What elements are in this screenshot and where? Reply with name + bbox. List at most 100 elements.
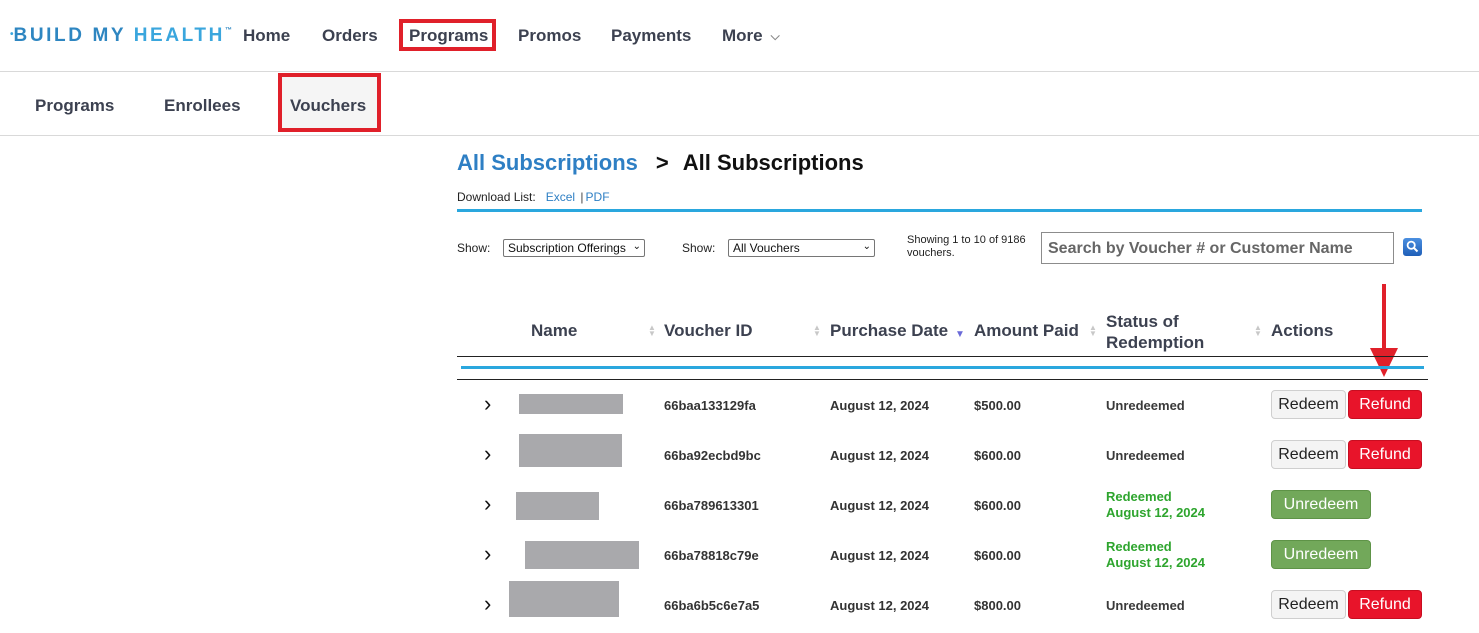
purchase-date: August 12, 2024 — [830, 448, 929, 463]
amount-paid: $600.00 — [974, 548, 1021, 563]
redemption-date: August 12, 2024 — [1106, 555, 1205, 570]
logo-text-build: BUILD — [13, 25, 85, 46]
breadcrumb: All Subscriptions > All Subscriptions — [457, 150, 864, 176]
top-navbar: •BUILD MY HEALTH™ Home Orders Programs P… — [0, 0, 1479, 72]
amount-paid: $600.00 — [974, 448, 1021, 463]
subnav-programs[interactable]: Programs — [35, 96, 114, 116]
nav-orders[interactable]: Orders — [322, 26, 378, 46]
chevron-down-icon: ⌵ — [770, 29, 780, 43]
row-expand-chevron-right-icon[interactable]: › — [484, 441, 491, 467]
row-expand-chevron-right-icon[interactable]: › — [484, 391, 491, 417]
offering-select-value: Subscription Offerings — [508, 241, 626, 255]
refund-button[interactable]: Refund — [1348, 440, 1422, 469]
page-title: All Subscriptions — [682, 150, 864, 175]
sub-navbar: Programs Enrollees Vouchers — [0, 72, 1479, 136]
section-divider — [457, 209, 1422, 212]
column-header-voucher-id[interactable]: Voucher ID — [664, 321, 752, 341]
download-divider: | — [580, 190, 584, 204]
redeem-button[interactable]: Redeem — [1271, 590, 1346, 619]
purchase-date: August 12, 2024 — [830, 398, 929, 413]
column-header-status-line2: Redemption — [1106, 333, 1205, 352]
show-label: Show: — [682, 241, 716, 255]
search-button[interactable] — [1403, 238, 1422, 256]
redacted-name — [516, 492, 599, 520]
redemption-status: Unredeemed — [1106, 448, 1185, 463]
search-input[interactable]: Search by Voucher # or Customer Name — [1041, 232, 1394, 264]
amount-paid: $500.00 — [974, 398, 1021, 413]
redemption-status: Unredeemed — [1106, 598, 1185, 613]
nav-payments[interactable]: Payments — [611, 26, 691, 46]
table-header-divider — [457, 356, 1428, 357]
column-header-actions: Actions — [1271, 321, 1334, 340]
brand-logo[interactable]: •BUILD MY HEALTH™ — [10, 25, 232, 47]
redemption-status: Redeemed August 12, 2024 — [1106, 489, 1205, 521]
offering-select[interactable]: Subscription Offerings ⌄ — [503, 239, 645, 257]
redacted-name — [519, 434, 622, 467]
redemption-status-label: Redeemed — [1106, 539, 1172, 554]
redemption-status-label: Redeemed — [1106, 489, 1172, 504]
redemption-status: Redeemed August 12, 2024 — [1106, 539, 1205, 571]
row-expand-chevron-right-icon[interactable]: › — [484, 591, 491, 617]
voucher-id: 66ba789613301 — [664, 498, 759, 513]
column-header-amount-paid[interactable]: Amount Paid — [974, 321, 1079, 341]
amount-paid: $600.00 — [974, 498, 1021, 513]
download-list: Download List: Excel | PDF — [457, 190, 610, 204]
purchase-date: August 12, 2024 — [830, 498, 929, 513]
subnav-vouchers[interactable]: Vouchers — [290, 96, 366, 116]
voucher-id: 66ba78818c79e — [664, 548, 759, 563]
logo-text-health: HEALTH — [133, 25, 225, 46]
sort-icon[interactable]: ▲ ▼ — [1089, 324, 1097, 338]
redacted-name — [519, 394, 623, 414]
voucher-id: 66baa133129fa — [664, 398, 756, 413]
refund-button[interactable]: Refund — [1348, 390, 1422, 419]
result-count-line1: Showing 1 to 10 of 9186 — [907, 234, 1026, 246]
sort-icon[interactable]: ▲ ▼ — [813, 324, 821, 338]
nav-programs[interactable]: Programs — [409, 26, 488, 46]
sort-desc-icon[interactable]: ▼ — [955, 329, 965, 340]
redeem-button[interactable]: Redeem — [1271, 440, 1346, 469]
voucher-id: 66ba6b5c6e7a5 — [664, 598, 760, 613]
result-count: Showing 1 to 10 of 9186 vouchers. — [907, 234, 1026, 260]
column-header-status-line1: Status of — [1106, 312, 1179, 331]
sort-icon[interactable]: ▲ ▼ — [1254, 324, 1262, 338]
column-header-status[interactable]: Status of Redemption — [1106, 311, 1204, 353]
download-excel-link[interactable]: Excel — [546, 190, 575, 204]
redacted-name — [525, 541, 639, 569]
show-label: Show: — [457, 241, 491, 255]
sort-icon[interactable]: ▲ ▼ — [648, 324, 656, 338]
red-arrow-icon — [1370, 284, 1398, 377]
nav-more-label: More — [722, 26, 763, 45]
amount-paid: $800.00 — [974, 598, 1021, 613]
nav-promos[interactable]: Promos — [518, 26, 581, 46]
redeem-button[interactable]: Redeem — [1271, 390, 1346, 419]
download-label: Download List: — [457, 190, 536, 204]
column-header-name[interactable]: Name — [531, 321, 577, 341]
breadcrumb-separator: > — [655, 150, 669, 175]
unredeem-button[interactable]: Unredeem — [1271, 540, 1371, 569]
voucher-id: 66ba92ecbd9bc — [664, 448, 761, 463]
unredeem-button[interactable]: Unredeem — [1271, 490, 1371, 519]
breadcrumb-parent-link[interactable]: All Subscriptions — [457, 150, 638, 175]
row-expand-chevron-right-icon[interactable]: › — [484, 541, 491, 567]
select-caret-icon: ⌄ — [632, 241, 641, 252]
redacted-name — [509, 581, 619, 617]
purchase-date: August 12, 2024 — [830, 598, 929, 613]
redemption-status: Unredeemed — [1106, 398, 1185, 413]
column-header-purchase-date[interactable]: Purchase Date — [830, 321, 948, 341]
logo-dot-icon: • — [10, 29, 14, 40]
nav-more[interactable]: More ⌵ — [722, 26, 780, 46]
redemption-date: August 12, 2024 — [1106, 505, 1205, 520]
table-header-accent-rule — [461, 366, 1424, 369]
logo-text-my: MY — [92, 25, 126, 46]
voucher-status-select[interactable]: All Vouchers ⌄ — [728, 239, 875, 257]
table-header-divider — [457, 379, 1428, 380]
subnav-enrollees[interactable]: Enrollees — [164, 96, 241, 116]
row-expand-chevron-right-icon[interactable]: › — [484, 491, 491, 517]
download-pdf-link[interactable]: PDF — [586, 190, 610, 204]
purchase-date: August 12, 2024 — [830, 548, 929, 563]
nav-home[interactable]: Home — [243, 26, 290, 46]
voucher-status-select-value: All Vouchers — [733, 241, 800, 255]
logo-trademark: ™ — [224, 27, 232, 34]
refund-button[interactable]: Refund — [1348, 590, 1422, 619]
result-count-line2: vouchers. — [907, 247, 955, 259]
